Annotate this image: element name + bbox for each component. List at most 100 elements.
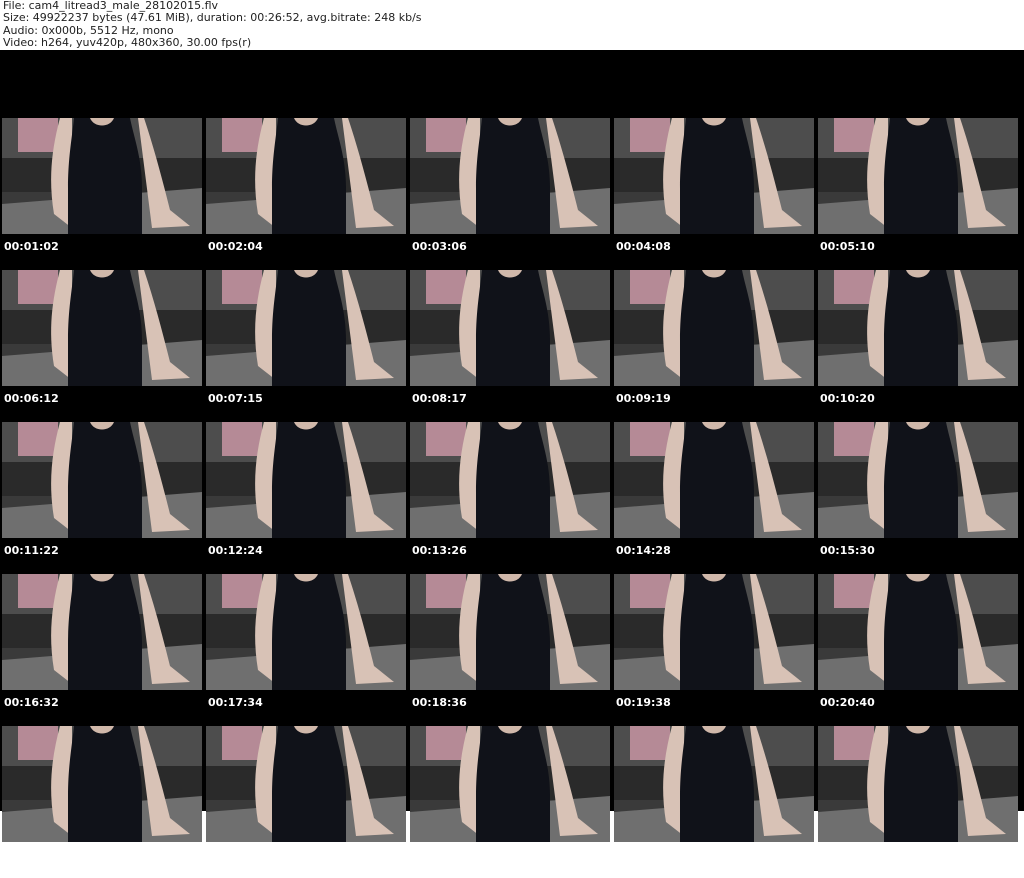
video-frame-thumbnail[interactable]	[818, 726, 1018, 842]
thumbnail-cell-7[interactable]: 00:07:15	[206, 270, 406, 422]
timestamp-label: 00:18:36	[412, 696, 467, 709]
video-frame-image	[206, 726, 406, 842]
video-frame-image	[206, 118, 406, 234]
thumbnail-cell-12[interactable]: 00:12:24	[206, 422, 406, 574]
timestamp-label: 00:22:44	[208, 848, 263, 861]
video-frame-image	[614, 574, 814, 690]
video-frame-image	[818, 422, 1018, 538]
thumbnail-cell-14[interactable]: 00:14:28	[614, 422, 814, 574]
timestamp-label: 00:24:48	[616, 848, 671, 861]
timestamp-label: 00:03:06	[412, 240, 467, 253]
contact-sheet: 00:01:02 00:02:04 00:03:06 00:04:08 00:0…	[0, 50, 1024, 861]
video-frame-image	[2, 422, 202, 538]
video-frame-image	[614, 422, 814, 538]
timestamp-label: 00:13:26	[412, 544, 467, 557]
video-frame-image	[206, 270, 406, 386]
timestamp-label: 00:10:20	[820, 392, 875, 405]
thumbnail-cell-18[interactable]: 00:18:36	[410, 574, 610, 726]
video-frame-thumbnail[interactable]	[614, 118, 814, 234]
video-frame-thumbnail[interactable]	[410, 574, 610, 690]
video-frame-thumbnail[interactable]	[614, 726, 814, 842]
video-frame-image	[2, 726, 202, 842]
video-frame-thumbnail[interactable]	[818, 422, 1018, 538]
thumbnail-cell-19[interactable]: 00:19:38	[614, 574, 814, 726]
video-frame-thumbnail[interactable]	[614, 574, 814, 690]
video-frame-thumbnail[interactable]	[818, 574, 1018, 690]
thumbnail-cell-3[interactable]: 00:03:06	[410, 118, 610, 270]
video-frame-thumbnail[interactable]	[206, 270, 406, 386]
video-frame-thumbnail[interactable]	[2, 118, 202, 234]
file-size-line: Size: 49922237 bytes (47.61 MiB), durati…	[3, 11, 422, 25]
file-info-header: File: cam4_litread3_male_28102015.flv Si…	[0, 0, 1024, 50]
video-frame-image	[818, 726, 1018, 842]
timestamp-label: 00:16:32	[4, 696, 59, 709]
video-frame-image	[410, 726, 610, 842]
video-frame-image	[410, 422, 610, 538]
video-frame-image	[2, 574, 202, 690]
video-frame-thumbnail[interactable]	[410, 726, 610, 842]
video-frame-image	[410, 270, 610, 386]
thumbnail-cell-23[interactable]: 00:23:46	[410, 726, 610, 878]
thumbnail-cell-13[interactable]: 00:13:26	[410, 422, 610, 574]
video-frame-thumbnail[interactable]	[614, 422, 814, 538]
video-frame-image	[2, 270, 202, 386]
video-frame-thumbnail[interactable]	[206, 726, 406, 842]
video-frame-image	[410, 574, 610, 690]
thumbnail-cell-25[interactable]: 00:25:50	[818, 726, 1018, 878]
thumbnail-cell-16[interactable]: 00:16:32	[2, 574, 202, 726]
video-info-line: Video: h264, yuv420p, 480x360, 30.00 fps…	[3, 36, 252, 50]
thumbnail-cell-8[interactable]: 00:08:17	[410, 270, 610, 422]
video-frame-image	[818, 118, 1018, 234]
thumbnail-grid: 00:01:02 00:02:04 00:03:06 00:04:08 00:0…	[2, 118, 1018, 878]
thumbnail-cell-20[interactable]: 00:20:40	[818, 574, 1018, 726]
thumbnail-cell-6[interactable]: 00:06:12	[2, 270, 202, 422]
video-frame-thumbnail[interactable]	[614, 270, 814, 386]
thumbnail-cell-5[interactable]: 00:05:10	[818, 118, 1018, 270]
video-frame-thumbnail[interactable]	[410, 118, 610, 234]
video-frame-thumbnail[interactable]	[2, 574, 202, 690]
timestamp-label: 00:07:15	[208, 392, 263, 405]
video-frame-thumbnail[interactable]	[818, 118, 1018, 234]
timestamp-label: 00:19:38	[616, 696, 671, 709]
thumbnail-cell-21[interactable]: 00:21:42	[2, 726, 202, 878]
video-frame-thumbnail[interactable]	[2, 726, 202, 842]
timestamp-label: 00:20:40	[820, 696, 875, 709]
thumbnail-cell-9[interactable]: 00:09:19	[614, 270, 814, 422]
timestamp-label: 00:08:17	[412, 392, 467, 405]
timestamp-label: 00:23:46	[412, 848, 467, 861]
video-frame-image	[206, 574, 406, 690]
thumbnail-cell-4[interactable]: 00:04:08	[614, 118, 814, 270]
video-frame-image	[614, 726, 814, 842]
thumbnail-cell-2[interactable]: 00:02:04	[206, 118, 406, 270]
video-frame-thumbnail[interactable]	[2, 422, 202, 538]
thumbnail-cell-10[interactable]: 00:10:20	[818, 270, 1018, 422]
timestamp-label: 00:06:12	[4, 392, 59, 405]
thumbnail-cell-24[interactable]: 00:24:48	[614, 726, 814, 878]
timestamp-label: 00:09:19	[616, 392, 671, 405]
video-frame-image	[410, 118, 610, 234]
video-frame-thumbnail[interactable]	[410, 422, 610, 538]
thumbnail-cell-15[interactable]: 00:15:30	[818, 422, 1018, 574]
thumbnail-cell-1[interactable]: 00:01:02	[2, 118, 202, 270]
video-frame-thumbnail[interactable]	[410, 270, 610, 386]
timestamp-label: 00:14:28	[616, 544, 671, 557]
video-frame-image	[818, 270, 1018, 386]
timestamp-label: 00:01:02	[4, 240, 59, 253]
video-frame-thumbnail[interactable]	[206, 574, 406, 690]
timestamp-label: 00:02:04	[208, 240, 263, 253]
timestamp-label: 00:11:22	[4, 544, 59, 557]
thumbnail-cell-11[interactable]: 00:11:22	[2, 422, 202, 574]
video-frame-image	[614, 270, 814, 386]
thumbnail-cell-17[interactable]: 00:17:34	[206, 574, 406, 726]
thumbnail-cell-22[interactable]: 00:22:44	[206, 726, 406, 878]
timestamp-label: 00:21:42	[4, 848, 59, 861]
video-frame-image	[818, 574, 1018, 690]
timestamp-label: 00:25:50	[820, 848, 875, 861]
video-frame-thumbnail[interactable]	[2, 270, 202, 386]
timestamp-label: 00:04:08	[616, 240, 671, 253]
timestamp-label: 00:12:24	[208, 544, 263, 557]
video-frame-thumbnail[interactable]	[818, 270, 1018, 386]
video-frame-thumbnail[interactable]	[206, 118, 406, 234]
timestamp-label: 00:15:30	[820, 544, 875, 557]
video-frame-thumbnail[interactable]	[206, 422, 406, 538]
